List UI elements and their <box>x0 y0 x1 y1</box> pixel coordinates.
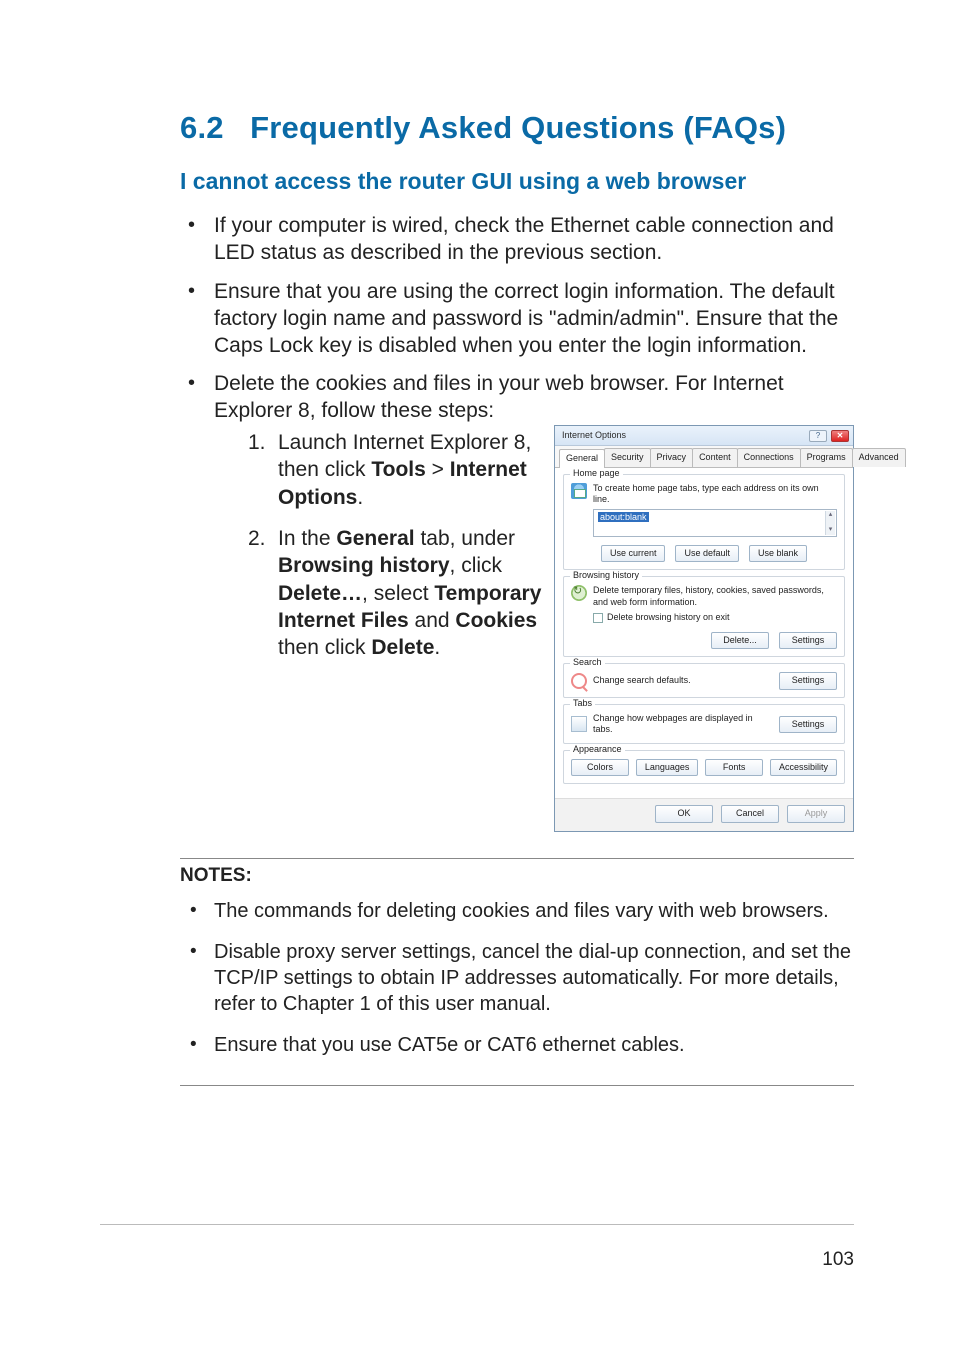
ok-button[interactable]: OK <box>655 805 713 823</box>
note-item: Ensure that you use CAT5e or CAT6 ethern… <box>180 1033 854 1059</box>
search-legend: Search <box>570 657 605 669</box>
tab-advanced[interactable]: Advanced <box>852 448 906 467</box>
homepage-desc: To create home page tabs, type each addr… <box>593 483 837 506</box>
tabs-icon <box>571 716 587 732</box>
search-desc: Change search defaults. <box>593 675 773 687</box>
history-settings-button[interactable]: Settings <box>779 632 837 650</box>
appearance-group: Appearance Colors Languages Fonts Access… <box>563 750 845 785</box>
bullet-item: Delete the cookies and files in your web… <box>180 371 854 831</box>
step-number: 1. <box>248 429 266 456</box>
history-group: Browsing history Delete temporary files,… <box>563 576 845 657</box>
tabs-group: Tabs Change how webpages are displayed i… <box>563 704 845 744</box>
step-text: then click <box>278 636 371 659</box>
delete-on-exit-label: Delete browsing history on exit <box>607 612 730 624</box>
step-bold: Cookies <box>455 609 537 632</box>
appearance-legend: Appearance <box>570 744 625 756</box>
note-item: The commands for deleting cookies and fi… <box>180 899 854 925</box>
step-text: , select <box>362 582 434 605</box>
close-icon[interactable]: ✕ <box>831 430 849 442</box>
homepage-input[interactable]: about:blank ▴▾ <box>593 509 837 537</box>
use-blank-button[interactable]: Use blank <box>749 545 807 563</box>
colors-button[interactable]: Colors <box>571 759 629 777</box>
search-settings-button[interactable]: Settings <box>779 672 837 690</box>
cancel-button[interactable]: Cancel <box>721 805 779 823</box>
help-icon[interactable]: ? <box>809 430 827 442</box>
step-text: , click <box>450 554 503 577</box>
fonts-button[interactable]: Fonts <box>705 759 763 777</box>
note-item: Disable proxy server settings, cancel th… <box>180 940 854 1017</box>
bullet-item: If your computer is wired, check the Eth… <box>180 213 854 267</box>
history-legend: Browsing history <box>570 570 642 582</box>
dialog-title: Internet Options <box>562 430 805 442</box>
homepage-legend: Home page <box>570 468 623 480</box>
delete-on-exit-checkbox[interactable] <box>593 613 603 623</box>
tab-programs[interactable]: Programs <box>800 448 853 467</box>
internet-options-dialog: Internet Options ? ✕ General Security Pr… <box>554 425 854 832</box>
homepage-value: about:blank <box>598 512 649 522</box>
step-bold: General <box>336 527 414 550</box>
dialog-titlebar[interactable]: Internet Options ? ✕ <box>555 426 853 446</box>
history-desc: Delete temporary files, history, cookies… <box>593 585 837 608</box>
section-title: 6.2 Frequently Asked Questions (FAQs) <box>180 110 854 146</box>
step-text: > <box>426 458 450 481</box>
step-text: and <box>409 609 456 632</box>
step-bold: Browsing history <box>278 554 450 577</box>
step-text: . <box>434 636 440 659</box>
tab-connections[interactable]: Connections <box>737 448 801 467</box>
step-item: 1. Launch Internet Explorer 8, then clic… <box>248 429 542 511</box>
homepage-group: Home page To create home page tabs, type… <box>563 474 845 571</box>
step-text: . <box>357 486 363 509</box>
home-icon <box>571 483 587 499</box>
accessibility-button[interactable]: Accessibility <box>770 759 837 777</box>
step-bold: Delete <box>371 636 434 659</box>
search-icon <box>571 673 587 689</box>
step-number: 2. <box>248 525 266 552</box>
divider <box>180 1085 854 1086</box>
step-bold: Tools <box>371 458 425 481</box>
divider <box>180 858 854 859</box>
tab-content[interactable]: Content <box>692 448 738 467</box>
delete-button[interactable]: Delete... <box>711 632 769 650</box>
step-item: 2. In the General tab, under Browsing hi… <box>248 525 542 661</box>
page-rule <box>100 1224 854 1225</box>
bullet-item: Ensure that you are using the correct lo… <box>180 279 854 360</box>
tabs-legend: Tabs <box>570 698 595 710</box>
languages-button[interactable]: Languages <box>636 759 699 777</box>
section-number: 6.2 <box>180 110 224 145</box>
page-number: 103 <box>822 1249 854 1271</box>
scrollbar[interactable]: ▴▾ <box>825 511 835 535</box>
search-group: Search Change search defaults. Settings <box>563 663 845 698</box>
apply-button[interactable]: Apply <box>787 805 845 823</box>
tab-privacy[interactable]: Privacy <box>650 448 694 467</box>
step-text: tab, under <box>415 527 515 550</box>
step-bold: Delete… <box>278 582 362 605</box>
use-default-button[interactable]: Use default <box>675 545 739 563</box>
step-text: In the <box>278 527 336 550</box>
tab-strip: General Security Privacy Content Connect… <box>555 446 853 467</box>
notes-label: NOTES: <box>180 865 854 887</box>
tab-security[interactable]: Security <box>604 448 651 467</box>
use-current-button[interactable]: Use current <box>601 545 666 563</box>
bullet-text: Delete the cookies and files in your web… <box>214 372 784 422</box>
section-heading: Frequently Asked Questions (FAQs) <box>250 110 786 145</box>
faq-subheading: I cannot access the router GUI using a w… <box>180 168 854 195</box>
tabs-settings-button[interactable]: Settings <box>779 716 837 734</box>
tabs-desc: Change how webpages are displayed in tab… <box>593 713 773 736</box>
tab-general[interactable]: General <box>559 449 605 468</box>
history-icon <box>571 585 587 601</box>
